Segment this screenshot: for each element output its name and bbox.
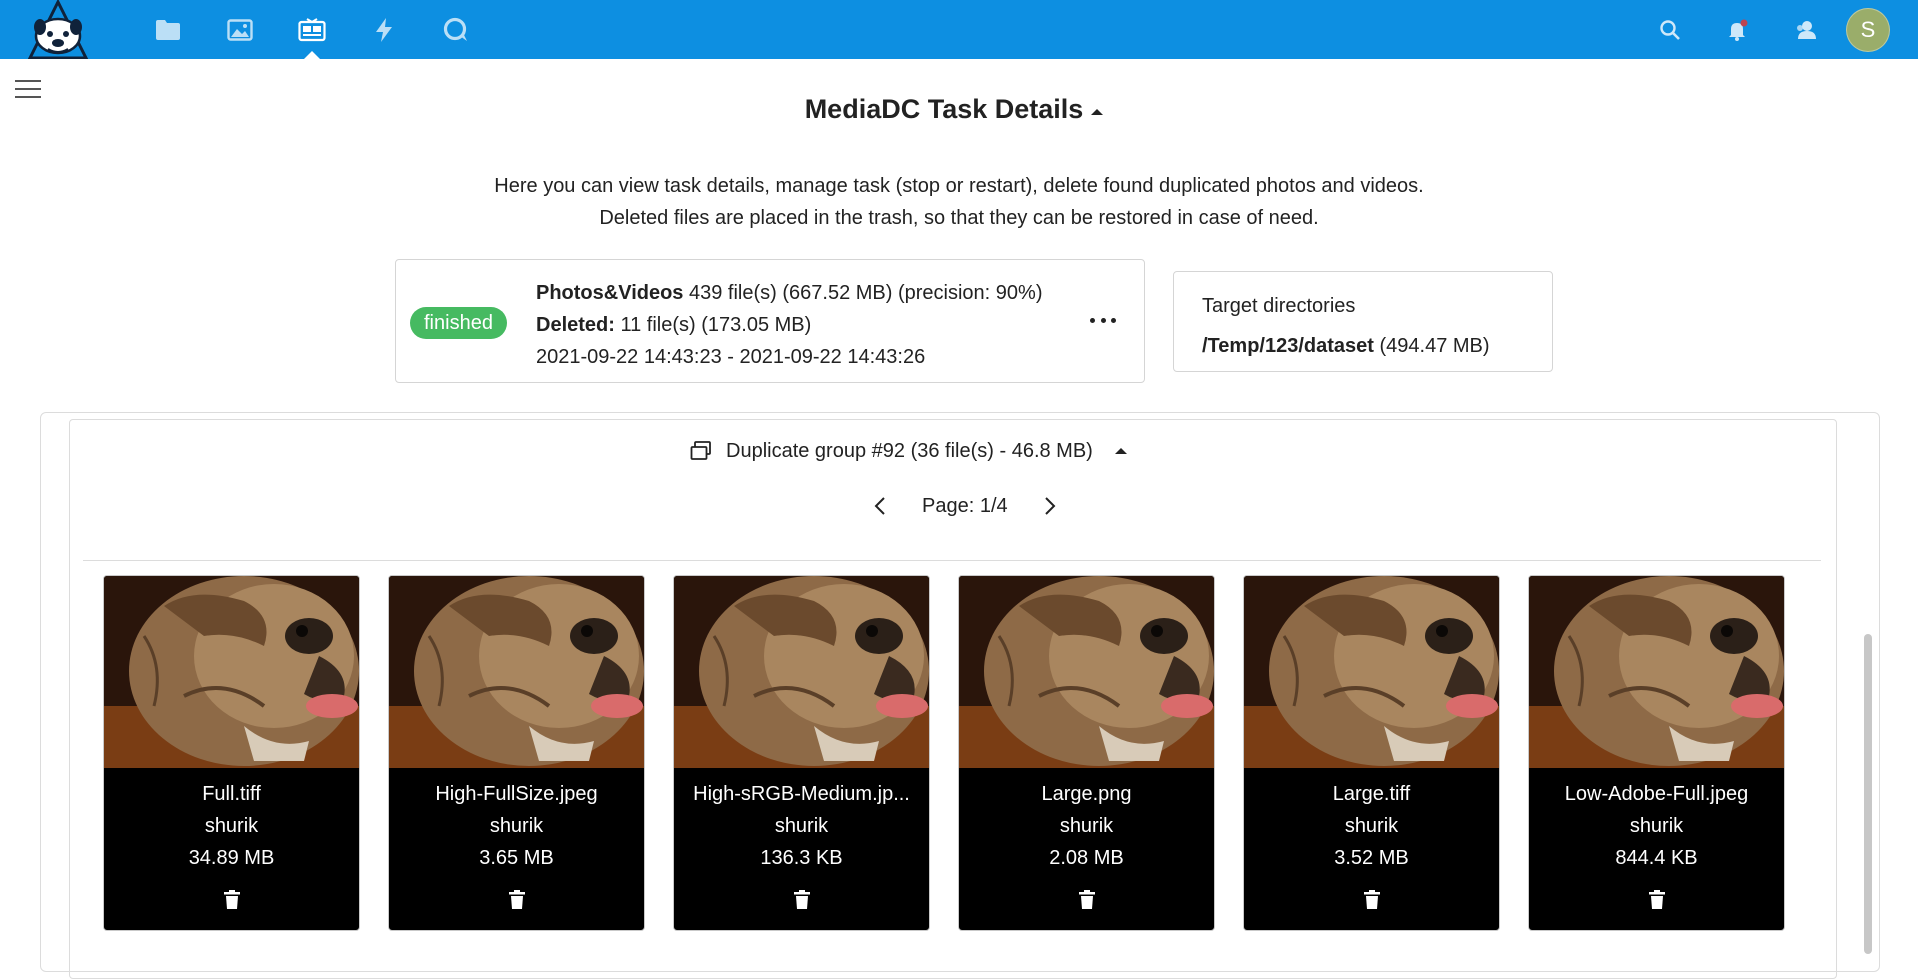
file-thumbnail[interactable] (674, 576, 929, 768)
description-line-1: Here you can view task details, manage t… (494, 175, 1424, 197)
file-owner: shurik (1344, 815, 1399, 837)
next-page-icon[interactable] (1036, 492, 1064, 520)
contacts-icon[interactable] (1772, 0, 1840, 59)
task-summary-card: finished Photos&Videos 439 file(s) (667.… (395, 259, 1145, 383)
trash-icon[interactable] (508, 890, 526, 910)
task-time-range: 2021-09-22 14:43:23 - 2021-09-22 14:43:2… (536, 346, 926, 368)
status-badge: finished (410, 307, 507, 339)
files-icon[interactable] (132, 0, 204, 59)
duplicate-group-title: Duplicate group #92 (36 file(s) - 46.8 M… (726, 439, 1093, 462)
trash-icon[interactable] (1078, 890, 1096, 910)
file-thumbnail[interactable] (959, 576, 1214, 768)
file-thumbnail[interactable] (389, 576, 644, 768)
talk-icon[interactable] (420, 0, 492, 59)
group-collapse-caret-icon[interactable] (1114, 448, 1127, 454)
trash-icon[interactable] (1648, 890, 1666, 910)
task-type-label: Photos&Videos (536, 282, 684, 304)
file-size: 2.08 MB (1049, 847, 1124, 869)
file-owner: shurik (204, 815, 259, 837)
file-name: Full.tiff (202, 783, 261, 805)
file-size: 34.89 MB (188, 847, 275, 869)
duplicate-files-grid: Full.tiff shurik 34.89 MB High-FullSize.… (103, 575, 1813, 931)
previous-page-icon[interactable] (866, 492, 894, 520)
file-card[interactable]: Low-Adobe-Full.jpeg shurik 844.4 KB (1528, 575, 1785, 931)
file-card[interactable]: Large.png shurik 2.08 MB (958, 575, 1215, 931)
trash-icon[interactable] (1363, 890, 1381, 910)
task-type-stats: 439 file(s) (667.52 MB) (precision: 90%) (689, 282, 1043, 304)
file-owner: shurik (489, 815, 544, 837)
top-header: S (0, 0, 1918, 60)
search-icon[interactable] (1636, 0, 1704, 59)
file-size: 3.52 MB (1334, 847, 1409, 869)
file-name: Low-Adobe-Full.jpeg (1564, 783, 1749, 805)
description-line-2: Deleted files are placed in the trash, s… (599, 207, 1319, 229)
duplicate-group-header[interactable]: Duplicate group #92 (36 file(s) - 46.8 M… (690, 437, 1127, 465)
mediadc-icon[interactable] (276, 0, 348, 60)
file-name: Large.png (1041, 783, 1132, 805)
file-owner: shurik (774, 815, 829, 837)
file-thumbnail[interactable] (104, 576, 359, 768)
task-type-row: Photos&Videos 439 file(s) (667.52 MB) (p… (536, 277, 1042, 309)
divider (83, 560, 1821, 561)
notifications-icon[interactable] (1704, 0, 1772, 59)
activity-icon[interactable] (348, 0, 420, 59)
file-card[interactable]: Large.tiff shurik 3.52 MB (1243, 575, 1500, 931)
file-name: High-FullSize.jpeg (435, 783, 598, 805)
target-size: (494.47 MB) (1379, 335, 1490, 357)
scrollbar[interactable] (1864, 634, 1872, 954)
file-thumbnail[interactable] (1244, 576, 1499, 768)
page-indicator: Page: 1/4 (922, 494, 1008, 517)
file-size: 136.3 KB (760, 847, 843, 869)
page-description: Here you can view task details, manage t… (0, 170, 1918, 234)
deleted-stats: 11 file(s) (173.05 MB) (620, 314, 812, 336)
file-card[interactable]: High-sRGB-Medium.jp... shurik 136.3 KB (673, 575, 930, 931)
file-name: High-sRGB-Medium.jp... (693, 783, 910, 805)
file-card[interactable]: High-FullSize.jpeg shurik 3.65 MB (388, 575, 645, 931)
file-thumbnail[interactable] (1529, 576, 1784, 768)
target-path: /Temp/123/dataset (1202, 335, 1374, 357)
target-heading: Target directories (1202, 295, 1356, 317)
more-actions-icon[interactable] (1090, 308, 1116, 332)
deleted-label: Deleted: (536, 314, 615, 336)
file-owner: shurik (1629, 815, 1684, 837)
deleted-row: Deleted: 11 file(s) (173.05 MB) (536, 309, 1042, 341)
photos-icon[interactable] (204, 0, 276, 59)
target-directories-card: Target directories /Temp/123/dataset (49… (1173, 271, 1553, 372)
trash-icon[interactable] (223, 890, 241, 910)
file-owner: shurik (1059, 815, 1114, 837)
target-path-row: /Temp/123/dataset (494.47 MB) (1202, 326, 1524, 366)
file-name: Large.tiff (1332, 783, 1411, 805)
file-card[interactable]: Full.tiff shurik 34.89 MB (103, 575, 360, 931)
nextcloud-pug-logo[interactable] (20, 0, 96, 60)
user-avatar[interactable]: S (1846, 7, 1890, 52)
page-title: MediaDC Task Details (804, 94, 1084, 124)
collapse-caret-icon[interactable] (1091, 109, 1103, 115)
file-size: 844.4 KB (1615, 847, 1698, 869)
group-icon (690, 441, 712, 461)
pagination: Page: 1/4 (866, 492, 1064, 520)
file-size: 3.65 MB (479, 847, 554, 869)
trash-icon[interactable] (793, 890, 811, 910)
